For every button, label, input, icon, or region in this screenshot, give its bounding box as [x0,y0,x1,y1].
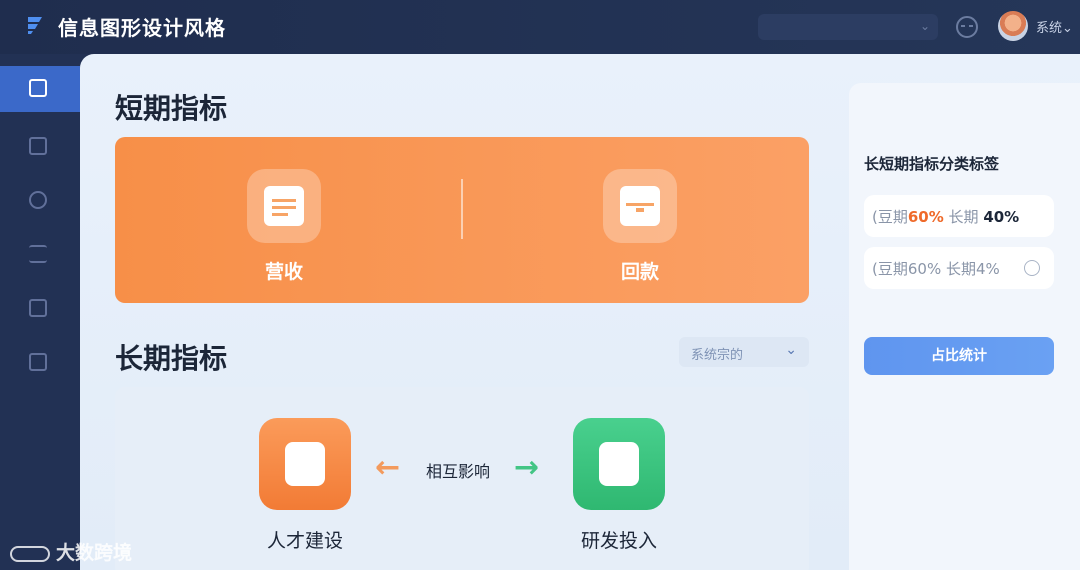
assistant-icon[interactable] [956,16,978,38]
header-select[interactable]: ⌄ [758,14,938,40]
right-panel-title: 长短期指标分类标签 [864,155,1000,173]
sidebar-item-list[interactable] [0,232,80,278]
calendar-icon[interactable] [247,169,321,243]
arrow-right-icon: → [514,450,540,485]
user-name: 系统 [1036,21,1063,36]
sidebar-item-archive[interactable] [0,124,80,170]
top-bar: 信息图形设计风格 ⌄ 系统⌄ [0,0,1080,54]
long-term-title: 长期指标 [115,342,228,375]
watermark-logo-icon [10,545,50,562]
long-term-value: 40% [983,208,1020,226]
ratio-prefix: (豆期 [872,208,908,226]
long-term-select[interactable]: 系统宗的 ⌄ [679,337,809,367]
right-panel: 长短期指标分类标签 (豆期60% 长期 40% (豆期60% 长期4% 占比统计 [849,83,1080,570]
ratio-text: (豆期60% 长期 40% [872,206,1019,227]
watermark-text: 大数跨境 [56,542,133,564]
app-title: 信息图形设计风格 [58,16,226,40]
short-term-card: 营收 回款 [115,137,809,303]
people-icon [29,191,47,209]
chevron-down-icon: ⌄ [1062,21,1073,36]
short-term-value: 60% [907,208,944,226]
talent-label: 人才建设 [266,530,343,552]
chevron-down-icon: ⌄ [919,19,930,33]
sidebar-item-report[interactable] [0,340,80,386]
sidebar-item-dashboard[interactable] [0,66,80,112]
shield-chevron-icon[interactable] [573,418,665,510]
ratio-text-secondary: (豆期60% 长期4% [872,260,1000,278]
revenue-label: 营收 [264,261,303,283]
chevron-down-icon: ⌄ [785,342,797,358]
ratio-stats-button[interactable]: 占比统计 [864,337,1054,375]
sidebar [0,54,80,570]
avatar[interactable] [998,11,1028,41]
sidebar-item-people[interactable] [0,178,80,224]
short-term-title: 短期指标 [115,92,228,125]
long-term-panel: 人才建设 ← 相互影响 → 研发投入 [115,387,809,570]
watermark: 大数跨境 [10,538,132,565]
document-icon [29,299,47,317]
main-content: 短期指标 营收 回款 长期指标 系统宗的 ⌄ 人才建设 ← 相互影响 → 研发投… [80,54,1080,570]
collection-label: 回款 [620,261,659,283]
archive-icon [29,137,47,155]
sidebar-item-document[interactable] [0,286,80,332]
divider [461,179,463,239]
toolbox-icon[interactable] [603,169,677,243]
rnd-label: 研发投入 [580,530,657,552]
ratio-card-secondary[interactable]: (豆期60% 长期4% [864,247,1054,289]
app-logo-icon [28,17,42,34]
arrow-left-icon: ← [375,450,401,485]
user-menu[interactable]: 系统⌄ [1036,17,1073,36]
ratio-card-primary[interactable]: (豆期60% 长期 40% [864,195,1054,237]
document-signature-icon[interactable] [259,418,351,510]
relation-label: 相互影响 [426,462,491,481]
report-icon [29,353,47,371]
select-value: 系统宗的 [691,348,744,363]
dashboard-icon [29,79,47,97]
ratio-mid: 长期 [943,208,984,226]
list-icon [29,245,47,263]
check-circle-icon[interactable] [1024,260,1040,276]
